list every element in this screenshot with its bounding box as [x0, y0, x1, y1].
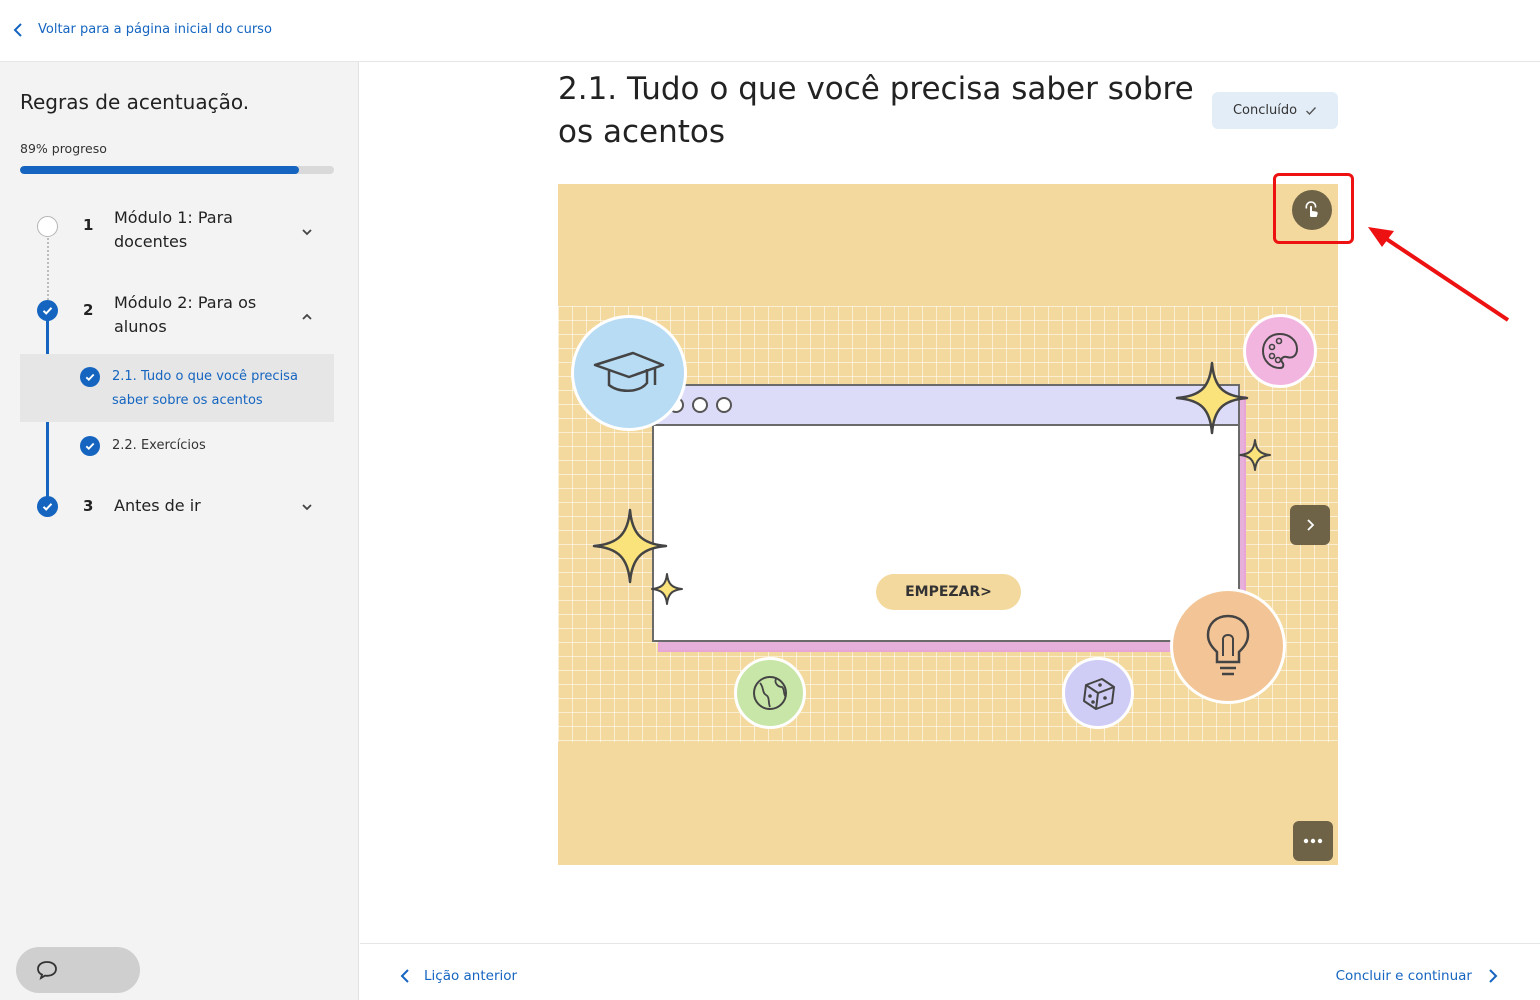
- back-to-course-link[interactable]: Voltar para a página inicial do curso: [12, 22, 272, 37]
- chat-bubble-icon: [37, 961, 57, 980]
- lesson-title: 2.1. Tudo o que você precisa saber sobre…: [558, 71, 1194, 150]
- chevron-right-icon: [1307, 519, 1315, 531]
- completed-status-badge[interactable]: Concluído: [1212, 92, 1338, 129]
- more-options-button[interactable]: [1293, 821, 1333, 861]
- check-circle-icon: [37, 300, 58, 321]
- check-icon: [1306, 106, 1317, 115]
- start-button[interactable]: EMPEZAR>: [876, 574, 1021, 610]
- top-bar: Voltar para a página inicial do curso: [0, 0, 1540, 62]
- module-title: Módulo 2: Para os alunos: [114, 293, 257, 336]
- course-sidebar: Regras de acentuação. 89% progreso 1 Mód…: [0, 62, 359, 1000]
- embedded-presentation[interactable]: EMPEZAR>: [558, 184, 1338, 865]
- timeline-line-pending: [47, 234, 49, 304]
- window-title-bar: [654, 386, 1238, 426]
- chevron-down-icon[interactable]: [300, 227, 314, 237]
- check-circle-icon: [80, 436, 100, 456]
- complete-and-continue-link[interactable]: Concluir e continuar: [1336, 968, 1498, 984]
- chevron-up-icon[interactable]: [300, 312, 314, 322]
- chevron-left-icon: [400, 969, 409, 983]
- complete-continue-label: Concluir e continuar: [1335, 968, 1472, 984]
- light-bulb-icon: [1170, 588, 1286, 704]
- status-circle-empty-icon: [37, 216, 58, 237]
- chevron-right-icon: [1489, 969, 1498, 983]
- lesson-item-2-2[interactable]: 2.2. Exercícios: [20, 430, 334, 464]
- previous-lesson-link[interactable]: Lição anterior: [400, 968, 517, 984]
- module-title: Antes de ir: [114, 496, 201, 515]
- previous-lesson-label: Lição anterior: [424, 968, 518, 984]
- lesson-item-2-1[interactable]: 2.1. Tudo o que você precisa saber sobre…: [20, 354, 334, 422]
- graduation-cap-icon: [571, 315, 687, 431]
- annotation-highlight-box: [1273, 173, 1354, 244]
- palette-icon: [1243, 314, 1317, 388]
- module-title: Módulo 1: Para docentes: [114, 208, 233, 251]
- chevron-down-icon[interactable]: [300, 502, 314, 512]
- window-circle-icon: [716, 397, 732, 413]
- annotation-arrow-icon: [1368, 227, 1510, 322]
- progress-bar: [20, 166, 334, 174]
- window-circle-icon: [692, 397, 708, 413]
- chat-button[interactable]: [16, 947, 140, 993]
- check-circle-icon: [37, 496, 58, 517]
- next-slide-button[interactable]: [1290, 505, 1330, 545]
- check-circle-icon: [80, 367, 100, 387]
- module-number: 1: [83, 216, 94, 234]
- progress-label: 89% progreso: [20, 141, 107, 156]
- status-badge-label: Concluído: [1232, 103, 1298, 118]
- lesson-label: 2.2. Exercícios: [112, 438, 206, 453]
- course-title: Regras de acentuação.: [20, 90, 250, 114]
- lesson-label: 2.1. Tudo o que você precisa saber sobre…: [112, 369, 298, 408]
- progress-bar-fill: [20, 166, 300, 174]
- lesson-footer-nav: Lição anterior Concluir e continuar: [360, 943, 1540, 1000]
- sparkle-icon: [1239, 439, 1271, 471]
- chevron-left-icon: [13, 22, 22, 37]
- sparkle-icon: [1175, 361, 1249, 435]
- dice-icon: [1062, 657, 1134, 729]
- globe-icon: [734, 657, 806, 729]
- sparkle-icon: [651, 573, 683, 605]
- back-link-label: Voltar para a página inicial do curso: [38, 22, 272, 37]
- module-number: 2: [83, 301, 94, 319]
- module-number: 3: [83, 497, 94, 515]
- more-horizontal-icon: [1303, 838, 1323, 844]
